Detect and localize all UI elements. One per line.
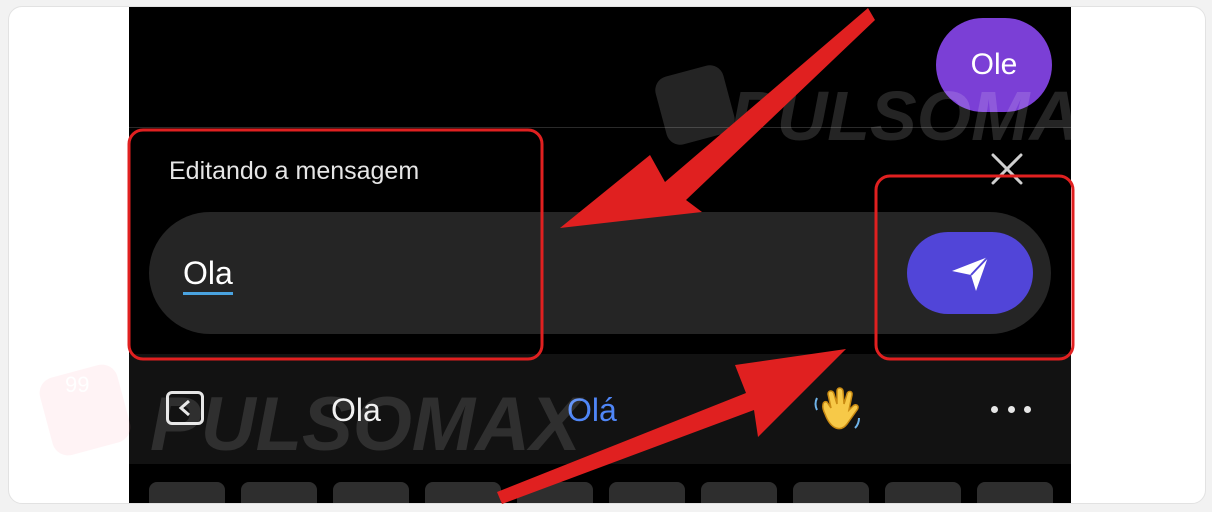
message-bubble[interactable]: Ole <box>936 18 1052 112</box>
key[interactable] <box>609 482 685 503</box>
keyboard-suggestion-bar: Ola Olá <box>129 354 1071 464</box>
message-input-field[interactable]: Ola <box>149 212 1051 334</box>
more-dot <box>1007 405 1015 413</box>
suggestion-2[interactable]: Olá <box>567 392 617 429</box>
suggestion-1[interactable]: Ola <box>331 392 381 429</box>
key[interactable] <box>149 482 225 503</box>
keyboard-back-button[interactable] <box>166 391 204 425</box>
phone-screen: Ole Editando a mensagem Ola Ola Olá <box>129 7 1071 503</box>
close-edit-button[interactable] <box>985 147 1029 191</box>
message-bubble-text: Ole <box>970 48 1018 81</box>
send-button[interactable] <box>907 232 1033 314</box>
key[interactable] <box>425 482 501 503</box>
close-icon <box>991 153 1023 185</box>
key[interactable] <box>885 482 961 503</box>
key[interactable] <box>333 482 409 503</box>
edit-title: Editando a mensagem <box>169 157 420 185</box>
key[interactable] <box>977 482 1053 503</box>
more-horizontal-icon <box>991 405 998 413</box>
message-input-text[interactable]: Ola <box>183 256 233 295</box>
waving-hand-icon[interactable] <box>811 384 863 444</box>
screenshot-card: Ole Editando a mensagem Ola Ola Olá <box>8 6 1206 504</box>
more-dot <box>1024 405 1031 413</box>
key[interactable] <box>793 482 869 503</box>
more-options-button[interactable] <box>991 394 1031 424</box>
chevron-left-icon <box>178 399 190 417</box>
divider <box>129 127 1071 128</box>
keyboard-keys-row <box>149 482 1069 503</box>
key[interactable] <box>241 482 317 503</box>
key[interactable] <box>701 482 777 503</box>
key[interactable] <box>517 482 593 503</box>
send-icon <box>952 256 989 291</box>
